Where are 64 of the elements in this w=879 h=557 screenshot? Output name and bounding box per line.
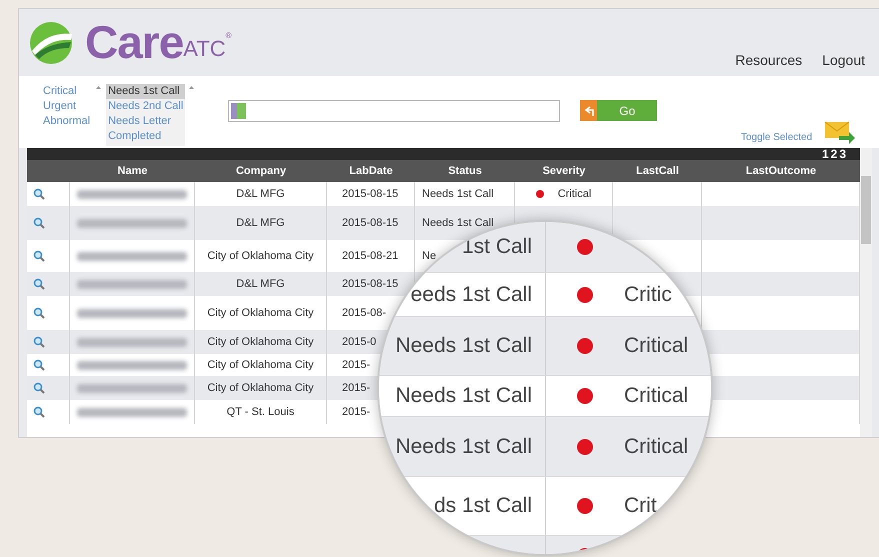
severity-text: Critical xyxy=(624,384,688,408)
column-header[interactable]: Company xyxy=(195,160,327,182)
table-cell: D&L MFG xyxy=(236,278,285,290)
table-cell: QT - St. Louis xyxy=(226,406,294,418)
search-field[interactable] xyxy=(228,100,560,122)
severity-text: Critic xyxy=(624,282,672,306)
magnifier-icon[interactable] xyxy=(33,217,45,229)
column-header[interactable]: LastOutcome xyxy=(702,160,860,182)
magnifier-icon[interactable] xyxy=(33,188,45,200)
magnifier-icon[interactable] xyxy=(33,278,45,290)
table-cell: 2015-08-21 xyxy=(342,250,398,262)
table-cell: Needs 1st Call xyxy=(422,217,494,229)
table-cell: City of Oklahoma City xyxy=(207,359,314,371)
logo-suffix: ATC xyxy=(183,37,226,61)
page-link[interactable]: 1 xyxy=(822,148,829,160)
table-cell: 2015-08-15 xyxy=(342,217,398,229)
severity-text: Critical xyxy=(624,334,688,358)
scroll-thumb[interactable] xyxy=(861,176,871,244)
magnifier-icon[interactable] xyxy=(33,359,45,371)
column-header[interactable]: Status xyxy=(415,160,515,182)
status-text: ds 1st Call xyxy=(434,494,532,518)
table-cell: City of Oklahoma City xyxy=(207,382,314,394)
table-cell: City of Oklahoma City xyxy=(207,307,314,319)
status-text: eeds 1st Call xyxy=(410,282,532,306)
table-cell: 2015- xyxy=(342,359,370,371)
registered-mark: ® xyxy=(226,31,232,40)
leaf-logo-icon xyxy=(27,21,75,65)
column-header[interactable]: Name xyxy=(70,160,195,182)
page-link[interactable]: 2 xyxy=(830,148,838,160)
magnifier-icon[interactable] xyxy=(33,382,45,394)
status-text: Needs 1st Call xyxy=(395,384,532,408)
table-cell: 2015-08-15 xyxy=(342,188,398,200)
table-cell: 2015-08- xyxy=(342,307,386,319)
severity-text: Crit xyxy=(624,494,657,518)
color-bar-icon xyxy=(231,103,246,119)
table-cell: 2015-0 xyxy=(342,336,376,348)
logo-text: Care xyxy=(85,19,184,65)
table-cell: 2015- xyxy=(342,406,370,418)
back-arrow-icon xyxy=(582,104,595,116)
table-cell: Needs 1st Call xyxy=(422,188,494,200)
magnifier-icon[interactable] xyxy=(33,336,45,348)
page-link[interactable]: 3 xyxy=(839,148,846,160)
nav-link[interactable]: Logout xyxy=(822,52,865,68)
table-cell: D&L MFG xyxy=(236,217,285,229)
magnifier-icon[interactable] xyxy=(33,406,45,418)
scroll-up-icon[interactable] xyxy=(188,84,196,91)
table-cell: City of Oklahoma City xyxy=(207,336,314,348)
column-header[interactable]: LastCall xyxy=(613,160,702,182)
magnifier-icon[interactable] xyxy=(33,307,45,319)
magnifier-icon[interactable] xyxy=(33,250,45,262)
table-cell: 2015- xyxy=(342,382,370,394)
nav-link[interactable]: Resources xyxy=(735,52,802,68)
filter-option[interactable]: Needs 1st Call xyxy=(106,84,186,99)
table-cell: Ne xyxy=(422,250,436,262)
column-header[interactable]: LabDate xyxy=(327,160,415,182)
severity-text: Critical xyxy=(624,434,688,458)
scroll-up-icon[interactable] xyxy=(95,84,102,91)
table-cell: 2015-08-15 xyxy=(342,278,398,290)
status-text: Needs 1st Call xyxy=(395,434,532,458)
table-cell: City of Oklahoma City xyxy=(207,250,314,262)
table-cell: Critical xyxy=(558,188,592,200)
column-header[interactable]: Severity xyxy=(515,160,613,182)
status-text: Needs 1st Call xyxy=(395,334,532,358)
table-cell: D&L MFG xyxy=(236,188,285,200)
